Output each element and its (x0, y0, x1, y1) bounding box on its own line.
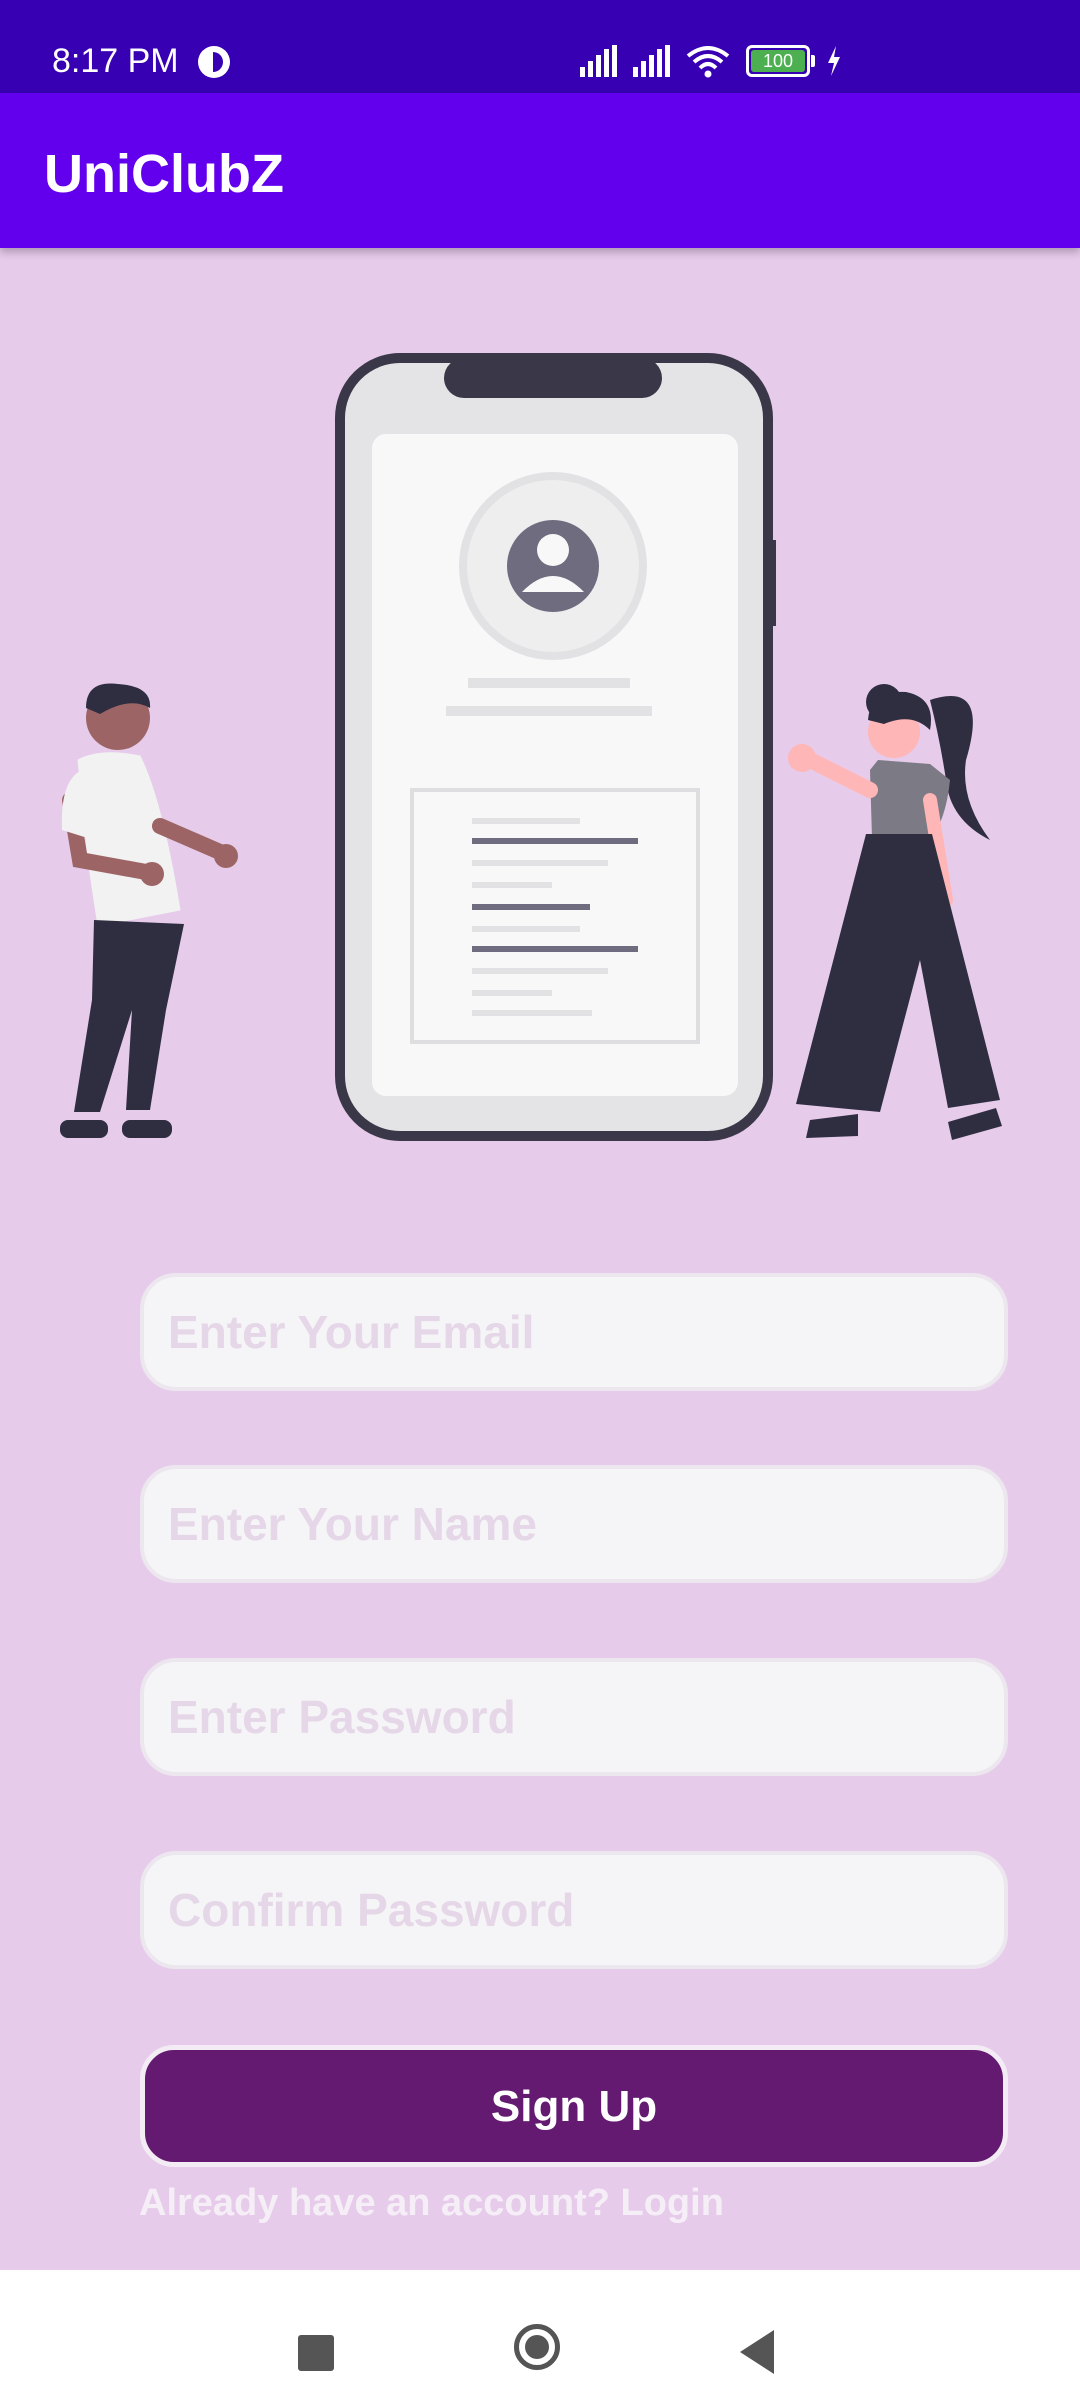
charging-icon (828, 46, 840, 76)
battery-level: 100 (762, 51, 794, 71)
signal-icon (633, 45, 670, 77)
signup-illustration (60, 353, 1002, 1141)
confirm-password-field[interactable] (144, 1855, 1004, 1965)
signup-button[interactable]: Sign Up (140, 2045, 1008, 2167)
confirm-password-field-container (140, 1851, 1008, 1969)
email-field[interactable] (144, 1277, 1004, 1387)
status-time: 8:17 PM (52, 42, 179, 80)
name-field-container (140, 1465, 1008, 1583)
email-field-container (140, 1273, 1008, 1391)
home-icon[interactable] (514, 2324, 560, 2370)
password-field-container (140, 1658, 1008, 1776)
password-field[interactable] (144, 1662, 1004, 1772)
system-nav-bar (0, 2270, 1080, 2400)
name-field[interactable] (144, 1469, 1004, 1579)
status-bar: 8:17 PM 100 (0, 0, 1080, 93)
login-link[interactable]: Already have an account? Login (139, 2182, 724, 2225)
status-icons: 100 (580, 44, 842, 78)
signal-icon (580, 45, 617, 77)
wifi-icon (686, 46, 730, 78)
app-title: UniClubZ (44, 144, 284, 204)
battery-icon: 100 (746, 45, 815, 77)
back-icon[interactable] (740, 2330, 774, 2374)
app-bar: UniClubZ (0, 93, 1080, 248)
recents-icon[interactable] (298, 2335, 334, 2371)
dnd-icon (198, 46, 230, 78)
